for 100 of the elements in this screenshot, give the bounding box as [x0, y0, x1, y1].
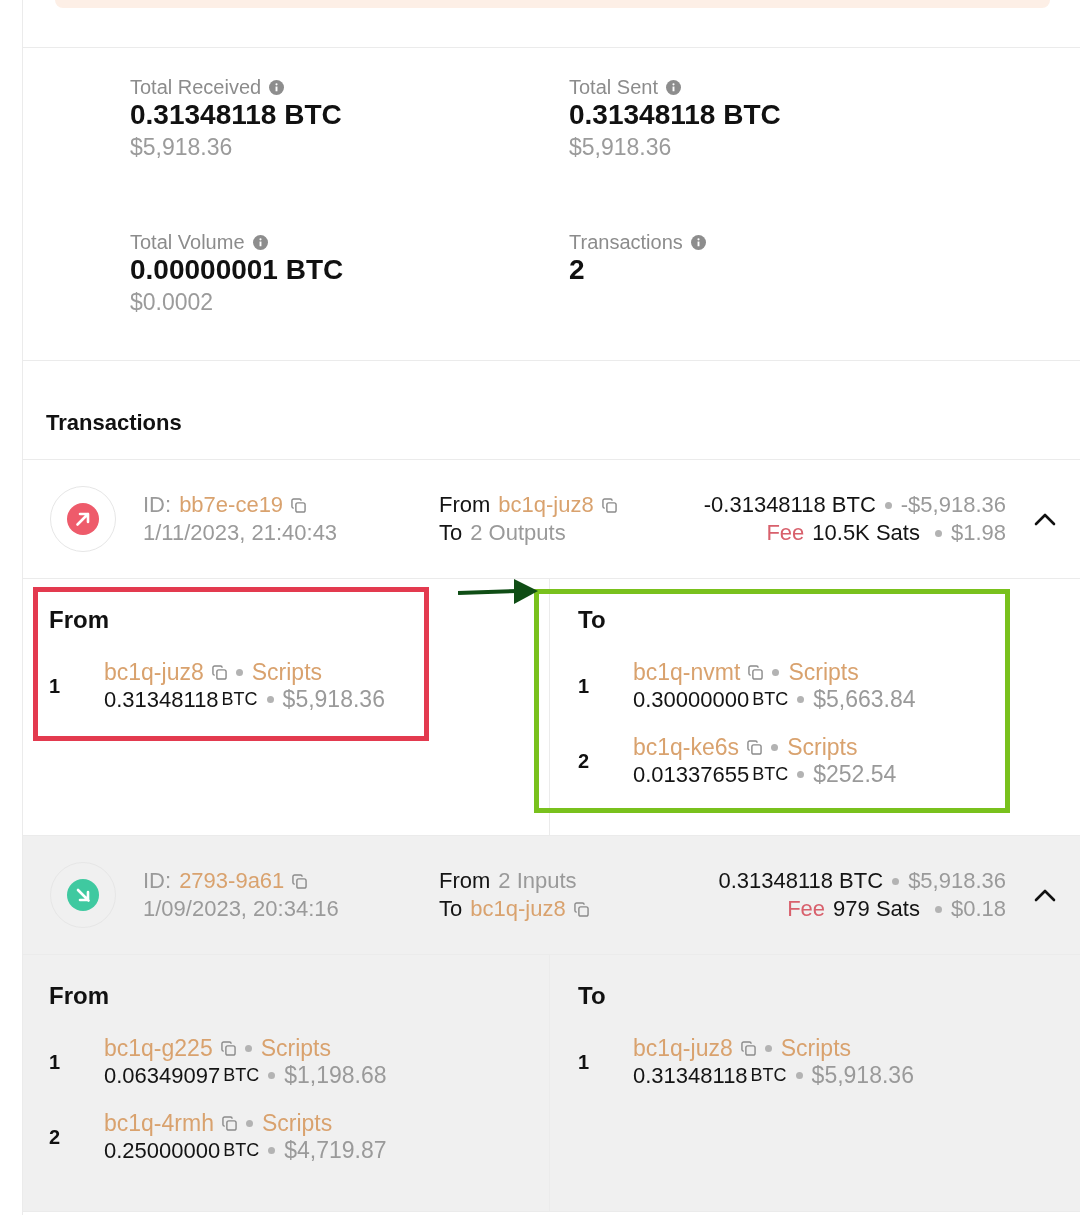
- address-link[interactable]: bc1q-juz8: [104, 659, 204, 686]
- separator-dot-icon: [235, 669, 243, 676]
- address-link[interactable]: bc1q-g225: [104, 1035, 213, 1062]
- stat-label: Total Received: [130, 76, 262, 98]
- separator-dot-icon: [764, 1045, 772, 1052]
- timestamp-text: 1/09/2023, 20:34:16: [143, 895, 340, 923]
- fee-fiat-amount: $1.98: [950, 519, 1006, 547]
- chevron-up-icon[interactable]: [1034, 888, 1056, 902]
- separator-dot-icon: [245, 1120, 253, 1127]
- separator-dot-icon: [244, 1045, 252, 1052]
- stat-fiat-value: $5,918.36: [130, 133, 234, 162]
- amount-text: -0.31348118 BTC: [703, 491, 876, 519]
- btc-amount: 0.31348118: [633, 1062, 748, 1089]
- separator-dot-icon: [797, 771, 805, 778]
- id-label: ID:: [143, 491, 172, 519]
- unit-label: BTC: [221, 688, 258, 711]
- fee-fiat-amount: $0.18: [950, 895, 1006, 923]
- address-link[interactable]: bc1q-juz8: [498, 491, 594, 519]
- address-link[interactable]: bc1q-juz8: [633, 1035, 733, 1062]
- fiat-amount: $1,198.68: [284, 1062, 387, 1089]
- item-number: 2: [49, 1124, 62, 1150]
- scripts-link[interactable]: Scripts: [251, 659, 323, 686]
- fiat-amount: $5,918.36: [282, 686, 385, 713]
- copy-icon[interactable]: [211, 665, 227, 680]
- unit-label: BTC: [752, 763, 789, 786]
- unit-label: BTC: [223, 1139, 260, 1162]
- panel-heading: From: [49, 981, 110, 1011]
- info-icon[interactable]: [252, 234, 268, 250]
- copy-icon[interactable]: [291, 497, 307, 513]
- item-number: 1: [578, 1049, 591, 1075]
- fiat-amount: $5,918.36: [811, 1062, 914, 1089]
- address-link[interactable]: bc1q-juz8: [470, 895, 566, 923]
- btc-amount: 0.30000000: [633, 686, 750, 713]
- timestamp-text: 1/11/2023, 21:40:43: [143, 519, 339, 547]
- fiat-amount: $252.54: [813, 761, 897, 788]
- transaction-id-link[interactable]: 2793-9a61: [179, 867, 285, 895]
- info-icon[interactable]: [690, 234, 706, 250]
- scripts-link[interactable]: Scripts: [780, 1035, 852, 1062]
- copy-icon[interactable]: [292, 873, 308, 889]
- separator-dot-icon: [268, 1147, 276, 1154]
- unit-label: BTC: [223, 1064, 260, 1087]
- copy-icon[interactable]: [221, 1116, 237, 1131]
- scripts-link[interactable]: Scripts: [788, 659, 859, 686]
- panel-heading: To: [578, 981, 607, 1011]
- copy-icon[interactable]: [747, 740, 763, 755]
- stat-value: 2: [569, 253, 586, 287]
- unit-label: BTC: [752, 688, 789, 711]
- unit-label: BTC: [750, 1064, 787, 1087]
- fiat-amount: $5,918.36: [908, 867, 1006, 895]
- separator-dot-icon: [934, 529, 942, 537]
- address-link[interactable]: bc1q-4rmh: [104, 1110, 214, 1137]
- direction-label: From: [439, 491, 491, 519]
- scripts-link[interactable]: Scripts: [261, 1110, 333, 1137]
- direction-label: To: [439, 895, 463, 923]
- stat-fiat-value: $0.0002: [130, 288, 215, 317]
- fiat-amount: $4,719.87: [284, 1137, 387, 1164]
- transaction-header[interactable]: ID: 2793-9a61 1/09/2023, 20:34:16 From 2 Inputs To bc1q-juz8 0.31348118 BTC $5,918.36 Fee 979 Sats $0.18: [23, 835, 1080, 954]
- item-number: 2: [578, 748, 591, 774]
- address-link[interactable]: bc1q-ke6s: [633, 734, 740, 761]
- separator-dot-icon: [934, 905, 942, 913]
- stat-value: 0.31348118 BTC: [130, 98, 343, 132]
- scripts-link[interactable]: Scripts: [787, 734, 858, 761]
- separator-dot-icon: [884, 501, 892, 509]
- btc-amount: 0.25000000: [104, 1137, 221, 1164]
- separator-dot-icon: [795, 1072, 803, 1079]
- item-number: 1: [49, 1049, 62, 1075]
- separator-dot-icon: [771, 744, 779, 751]
- chevron-up-icon[interactable]: [1034, 512, 1056, 526]
- info-icon[interactable]: [269, 79, 285, 95]
- fiat-amount: $5,663.84: [813, 686, 916, 713]
- panel-heading: To: [578, 605, 607, 635]
- transaction-id-link[interactable]: bb7e-ce19: [179, 491, 284, 519]
- separator-dot-icon: [797, 696, 805, 703]
- item-number: 1: [578, 673, 591, 699]
- stat-fiat-value: $5,918.36: [569, 133, 673, 162]
- count-text: 2 Outputs: [470, 519, 566, 547]
- section-heading: Transactions: [46, 409, 183, 437]
- fee-amount: 979 Sats: [833, 895, 920, 923]
- address-link[interactable]: bc1q-nvmt: [633, 659, 741, 686]
- btc-amount: 0.31348118: [104, 686, 219, 713]
- stat-label: Transactions: [569, 231, 683, 253]
- copy-icon[interactable]: [220, 1041, 236, 1056]
- count-text: 2 Inputs: [498, 867, 577, 895]
- id-label: ID:: [143, 867, 172, 895]
- scripts-link[interactable]: Scripts: [260, 1035, 331, 1062]
- copy-icon[interactable]: [601, 497, 617, 513]
- stat-label: Total Volume: [130, 231, 245, 253]
- btc-amount: 0.01337655: [633, 761, 750, 788]
- item-number: 1: [49, 673, 62, 699]
- separator-dot-icon: [772, 669, 780, 676]
- copy-icon[interactable]: [740, 1041, 756, 1056]
- panel-heading: From: [49, 605, 110, 635]
- copy-icon[interactable]: [573, 901, 589, 917]
- stat-value: 0.00000001 BTC: [130, 253, 345, 287]
- btc-amount: 0.06349097: [104, 1062, 221, 1089]
- info-icon[interactable]: [665, 79, 681, 95]
- copy-icon[interactable]: [748, 665, 764, 680]
- direction-label: To: [439, 519, 463, 547]
- arrow-up-right-icon: [50, 486, 116, 552]
- fee-amount: 10.5K Sats: [812, 519, 920, 547]
